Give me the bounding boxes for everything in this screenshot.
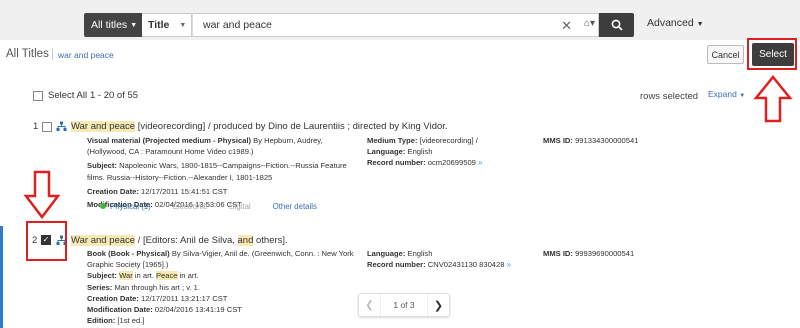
list-item: 1 War and peace [videorecording] / produ… xyxy=(0,118,800,216)
caret-down-icon: ▼ xyxy=(739,93,746,99)
subject-text: Napoleonic Wars, 1800-1815--Campaigns--F… xyxy=(87,161,347,182)
clear-icon[interactable]: ✕ xyxy=(561,18,572,34)
caret-down-icon: ▼ xyxy=(696,21,704,28)
field-label: Title xyxy=(148,19,170,31)
title-highlight: War and peace xyxy=(71,121,136,132)
title-highlight: War and peace xyxy=(71,235,136,246)
annotation-arrow-up-icon xyxy=(753,75,793,123)
record-number-value: ocm20699509 xyxy=(425,158,476,168)
breadcrumb[interactable]: war and peace xyxy=(58,50,114,60)
record-checkbox[interactable] xyxy=(42,122,52,132)
available-dot-icon xyxy=(100,203,106,209)
tab-digital[interactable]: Digital xyxy=(229,202,251,211)
hierarchy-icon[interactable] xyxy=(56,121,67,132)
record-title[interactable]: War and peace / [Editors: Anil de Silva,… xyxy=(71,235,288,246)
record-details-middle: Language: English Record number: CNV0243… xyxy=(367,248,537,270)
language-text: English xyxy=(405,147,433,157)
select-all-label: Select All xyxy=(48,90,88,101)
previous-page-button[interactable]: ❮ xyxy=(359,294,381,316)
edition-label: Edition: xyxy=(87,316,116,326)
modification-date: 02/04/2016 13:41:19 CST xyxy=(152,305,242,315)
search-query: war and peace xyxy=(203,19,272,31)
home-icon[interactable]: ⌂▾ xyxy=(584,18,595,29)
record-details-right: MMS ID: 99939690000541 xyxy=(543,248,743,259)
chevron-down-icon[interactable]: » xyxy=(478,158,482,167)
search-bar: All titles ▼ Title ▼ war and peace ✕ ⌂▾ xyxy=(84,13,634,37)
field-dropdown[interactable]: Title ▼ xyxy=(142,13,192,37)
creation-label: Creation Date: xyxy=(87,293,139,303)
medium-text: [videorecording] / xyxy=(417,136,478,145)
record-details-left: Book (Book - Physical) By Silva-Vigier, … xyxy=(87,248,357,326)
creation-label: Creation Date: xyxy=(87,186,139,196)
scope-label: All titles xyxy=(91,19,128,31)
subject-label: Subject: xyxy=(87,161,117,171)
caret-down-icon: ▼ xyxy=(130,21,138,29)
page-indicator: 1 of 3 xyxy=(393,300,415,310)
subject-label: Subject: xyxy=(87,271,117,281)
record-number-label: Record number: xyxy=(367,158,426,168)
select-all[interactable]: Select All xyxy=(33,90,87,101)
annotation-arrow-down-icon xyxy=(23,170,61,220)
tab-electronic[interactable]: Electronic xyxy=(173,202,207,211)
mms-id: 99939690000541 xyxy=(572,249,635,258)
type-label: Visual material (Projected medium - Phys… xyxy=(87,136,252,145)
tab-other-details[interactable]: Other details xyxy=(273,202,317,211)
record-details-left: Visual material (Projected medium - Phys… xyxy=(87,135,357,210)
expand-label: Expand xyxy=(708,89,737,99)
edition-text: [1st ed.] xyxy=(115,316,145,326)
series-text: Man through his art ; v. 1. xyxy=(112,282,200,292)
search-button[interactable] xyxy=(599,13,634,37)
mms-label: MMS ID: xyxy=(543,136,573,145)
divider xyxy=(52,48,53,60)
inventory-tabs: Physical (1) Electronic Digital Other de… xyxy=(100,202,317,211)
record-details-middle: Medium Type: [videorecording] / Language… xyxy=(367,135,537,169)
pagination: ❮ 1 of 3 ❯ xyxy=(358,293,450,317)
result-range: 1 - 20 of 55 xyxy=(90,90,139,101)
creation-date: 12/17/2011 13:21:17 CST xyxy=(138,293,228,303)
annotation-box-select xyxy=(747,38,797,70)
title-end: others]. xyxy=(253,235,288,246)
record-details-right: MMS ID: 991334300000541 xyxy=(543,135,743,146)
series-label: Series: xyxy=(87,282,113,292)
subject-end: in art. xyxy=(177,271,199,281)
modification-label: Modification Date: xyxy=(87,305,153,315)
chevron-down-icon[interactable]: » xyxy=(507,260,511,269)
creation-date: 12/17/2011 15:41:51 CST xyxy=(138,186,228,196)
advanced-search-link[interactable]: Advanced ▼ xyxy=(647,17,704,29)
subject-mid: in art. xyxy=(132,271,156,281)
type-label: Book (Book - Physical) xyxy=(87,249,170,258)
record-number-label: Record number: xyxy=(367,260,426,270)
mms-label: MMS ID: xyxy=(543,249,573,258)
search-input[interactable]: war and peace ✕ ⌂▾ xyxy=(192,13,599,37)
page-title: All Titles xyxy=(6,48,49,60)
title-highlight-and: and xyxy=(237,235,254,246)
scope-dropdown[interactable]: All titles ▼ xyxy=(84,13,142,37)
annotation-box-checkbox xyxy=(26,221,67,261)
subject-war: War xyxy=(119,271,133,281)
record-number-value: CNV02431130 830428 xyxy=(425,260,505,270)
language-label: Language: xyxy=(367,147,406,157)
subject-peace: Peace xyxy=(155,271,178,281)
tab-physical[interactable]: Physical (1) xyxy=(100,202,151,211)
record-number: 1 xyxy=(33,121,39,132)
search-icon xyxy=(611,19,623,31)
expand-dropdown[interactable]: Expand ▼ xyxy=(708,89,745,99)
rows-selected-label: rows selected xyxy=(640,91,699,102)
language-text: English xyxy=(405,249,433,258)
tab-physical-label: Physical (1) xyxy=(110,202,151,211)
medium-label: Medium Type: xyxy=(367,136,418,145)
language-label: Language: xyxy=(367,249,406,258)
select-all-checkbox[interactable] xyxy=(33,90,43,101)
title-text: [videorecording] / produced by Dino de L… xyxy=(135,121,448,132)
selection-toolbar: Select All 1 - 20 of 55 rows selected Ex… xyxy=(0,86,800,104)
title-text: / [Editors: Anil de Silva, xyxy=(135,235,238,246)
record-title[interactable]: War and peace [videorecording] / produce… xyxy=(71,121,448,132)
advanced-label: Advanced xyxy=(647,17,694,29)
caret-down-icon: ▼ xyxy=(179,21,187,29)
title-bar: All Titles war and peace xyxy=(0,44,800,66)
next-page-button[interactable]: ❯ xyxy=(427,294,449,316)
mms-id: 991334300000541 xyxy=(572,136,639,145)
cancel-button[interactable]: Cancel xyxy=(707,45,744,64)
